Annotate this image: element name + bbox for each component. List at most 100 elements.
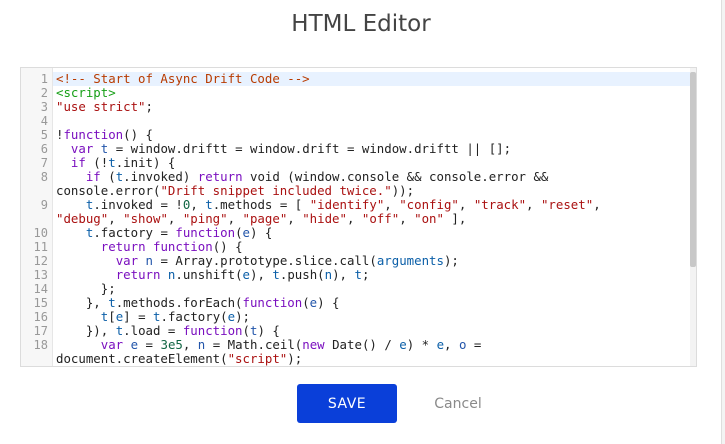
code-token: "script" [227, 351, 288, 366]
code-token: .push( [279, 267, 325, 282]
line-number: 13 [33, 268, 48, 282]
code-token: ) { [317, 295, 340, 310]
code-line: return function() { [56, 240, 691, 254]
code-token: , [593, 197, 601, 212]
code-line: if (!t.init) { [56, 156, 691, 170]
editor-scroll-thumb[interactable] [690, 72, 696, 267]
code-token: (! [85, 155, 109, 170]
code-token: t [108, 295, 116, 310]
code-token: [ [108, 309, 116, 324]
line-number: 2 [40, 86, 48, 100]
code-token: = [138, 337, 161, 352]
code-token: function [63, 127, 124, 142]
line-number: 15 [33, 296, 48, 310]
line-number: 7 [40, 156, 48, 170]
code-token: Date() / [324, 337, 400, 352]
code-token: function [175, 225, 236, 240]
code-token: ) * [406, 337, 437, 352]
cancel-button[interactable]: Cancel [418, 384, 498, 423]
code-token: <script> [56, 85, 116, 100]
code-line: if (t.invoked) return void (window.conso… [56, 170, 691, 184]
code-token: , [167, 211, 183, 226]
code-token: , [444, 337, 459, 352]
code-token: function [242, 295, 303, 310]
code-token: ); [287, 351, 303, 366]
code-line: var t = window.driftt = window.drift = w… [56, 142, 691, 156]
code-token: .load = [123, 323, 183, 338]
code-token: = window.driftt = window.drift = window.… [108, 141, 512, 156]
code-line: document.createElement("script"); [56, 352, 691, 366]
code-token: = Array.prototype.slice.call( [153, 253, 377, 268]
line-number: 18 [33, 338, 48, 352]
code-token: ] = [123, 309, 154, 324]
code-line: }; [56, 282, 691, 296]
code-token: .factory( [160, 309, 228, 324]
code-token: }, [56, 295, 109, 310]
code-token: .factory = [93, 225, 176, 240]
code-line: "use strict"; [56, 100, 691, 114]
code-token: function [153, 239, 213, 254]
code-line: }), t.load = function(t) { [56, 324, 691, 338]
code-token: t [205, 197, 213, 212]
code-token: .methods = [ [212, 197, 310, 212]
code-editor[interactable]: 1 2 3 4 5 6 7 8 9 10 11 12 13 14 15 16 17 18 <!-- Start o… [20, 67, 697, 367]
code-token: "config" [399, 197, 459, 212]
code-token: if [85, 169, 101, 184]
code-token: 3e5 [160, 337, 183, 352]
line-number: 3 [40, 100, 48, 114]
line-number: 10 [33, 226, 48, 240]
code-token: "page" [242, 211, 288, 226]
code-token: () { [123, 127, 153, 142]
code-token: n [145, 253, 154, 268]
code-token: e [399, 337, 407, 352]
code-line: return n.unshift(e), t.push(n), t; [56, 268, 691, 282]
editor-scrollbar[interactable] [690, 68, 696, 366]
code-token: ( [100, 169, 116, 184]
code-token: new [302, 337, 325, 352]
line-number: 9 [40, 198, 48, 212]
code-token: .invoked = ! [93, 197, 183, 212]
code-token: , [227, 211, 243, 226]
code-token: return [197, 169, 243, 184]
code-token: .invoked) [123, 169, 198, 184]
code-token: e [242, 267, 250, 282]
code-token: "reset" [540, 197, 594, 212]
code-token: ) { [257, 323, 280, 338]
code-content[interactable]: <!-- Start of Async Drift Code --> <scrip… [56, 72, 691, 366]
code-token: ) { [250, 225, 273, 240]
line-number-gutter: 1 2 3 4 5 6 7 8 9 10 11 12 13 14 15 16 17 18 [21, 68, 53, 366]
code-token: ), [250, 267, 273, 282]
code-line: "debug", "show", "ping", "page", "hide",… [56, 212, 691, 226]
code-line: }, t.methods.forEach(function(e) { [56, 296, 691, 310]
code-token: "show" [123, 211, 168, 226]
code-line: t.invoked = !0, t.methods = [ "identify"… [56, 198, 691, 212]
code-token: e [242, 225, 250, 240]
line-number: 14 [33, 282, 48, 296]
line-number: 16 [33, 310, 48, 324]
code-token: ( [242, 323, 250, 338]
code-token: "debug" [56, 211, 109, 226]
save-button[interactable]: SAVE [297, 384, 397, 423]
code-token: = Math.ceil( [205, 337, 303, 352]
code-token: "off" [361, 211, 400, 226]
code-line: console.error("Drift snippet included tw… [56, 184, 691, 198]
code-token: "use strict" [56, 99, 146, 114]
code-token: , [108, 211, 124, 226]
code-token: console.error( [56, 183, 161, 198]
code-token: , [384, 197, 400, 212]
code-token: .unshift( [175, 267, 243, 282]
line-number: 17 [33, 324, 48, 338]
code-token: arguments [376, 253, 444, 268]
code-token: "ping" [182, 211, 228, 226]
code-token: ), [332, 267, 355, 282]
code-token: ); [235, 309, 251, 324]
code-token: t [354, 267, 362, 282]
code-token: , [458, 197, 474, 212]
